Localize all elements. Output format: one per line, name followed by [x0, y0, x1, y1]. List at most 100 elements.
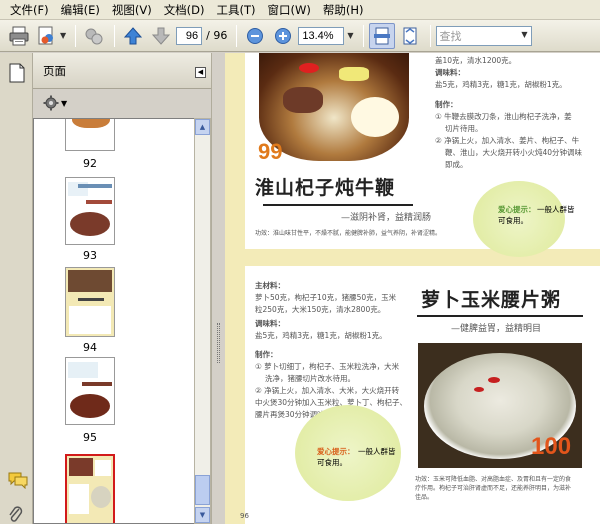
menu-view[interactable]: 视图(V) — [106, 1, 158, 19]
bottom-effect-line: 佳品。 — [415, 494, 434, 501]
panel-collapse-button[interactable]: ◀ — [195, 67, 206, 78]
toolbar-separator — [362, 24, 364, 47]
menu-help[interactable]: 帮助(H) — [317, 1, 370, 19]
menu-window[interactable]: 窗口(W) — [262, 1, 317, 19]
top-recipe-effect: 功效：淮山味甘性平，不燥不腻，能健脾补肺，益气养阴，补肾涩精。 — [255, 230, 442, 237]
menu-bar: 文件(F) 编辑(E) 视图(V) 文档(D) 工具(T) 窗口(W) 帮助(H… — [0, 0, 600, 20]
page-thumbnail-label: 92 — [83, 157, 97, 170]
print-button[interactable] — [6, 23, 32, 49]
top-step-line: ② 净锅上火，加入清水、姜片、枸杞子、牛 — [435, 136, 580, 145]
toolbar-separator — [236, 24, 238, 47]
scrollbar-thumb[interactable] — [195, 475, 210, 505]
top-recipe-title: 淮山杞子炖牛鞭 — [255, 177, 396, 199]
bottom-recipe-number: 100 — [531, 433, 572, 460]
scroll-down-arrow[interactable]: ▼ — [195, 507, 210, 523]
options-gear-icon[interactable] — [43, 95, 59, 111]
previous-page-button[interactable] — [120, 23, 146, 49]
top-recipe-subtitle: —滋阴补肾，益精润肠 — [341, 213, 432, 223]
navigation-strip — [0, 53, 33, 524]
top-recipe-ingredients-tail: 盖10克，清水1200克。 — [435, 56, 517, 65]
title-underline — [417, 315, 583, 317]
toolbar: ▼ / 96 — [0, 20, 600, 52]
bottom-recipe-subtitle: —健脾益胃，益精明目 — [451, 324, 542, 334]
fit-width-button[interactable] — [397, 23, 423, 49]
bottom-tip-line: 可食用。 — [317, 458, 347, 467]
bottom-effect-line: 功效：玉米可降低血脂、对高脂血症、及胃和且有一定的食 — [415, 476, 572, 483]
page-thumbnail-label: 93 — [83, 249, 97, 262]
zoom-in-icon — [275, 27, 292, 44]
find-input[interactable]: 查找 — [440, 28, 462, 44]
page-thumbnail-93[interactable] — [65, 177, 115, 245]
arrow-up-icon — [124, 26, 143, 44]
bottom-seasoning-text: 盐5克，鸡精3克，糖1克，胡椒粉1克。 — [255, 331, 387, 340]
top-recipe-number: 99 — [258, 139, 283, 164]
bottom-effect-line: 疗作用。枸杞子可治肝肾虚而不足，还能养肝明目，为滋补 — [415, 485, 572, 492]
page-thumbnail-95[interactable] — [65, 357, 115, 425]
fit-page-button[interactable] — [368, 22, 395, 49]
fit-width-icon — [403, 27, 417, 44]
current-page-input[interactable] — [176, 26, 203, 45]
bottom-recipe-title: 萝卜玉米腰片粥 — [421, 289, 562, 311]
zoom-level-input[interactable] — [298, 26, 345, 45]
bottom-ingredient-line: 萝卜50克，枸杞子10克，猪腰50克，玉米 — [255, 293, 397, 302]
find-box[interactable]: 查找 ▼ — [435, 25, 532, 46]
bottom-tip-line: 一般人群皆 — [358, 447, 396, 456]
attachment-icon[interactable] — [8, 505, 24, 524]
splitter-grip[interactable] — [217, 323, 220, 363]
thumbnails-scrollbar[interactable]: ▲ ▼ — [194, 118, 211, 524]
document-people-icon — [38, 26, 53, 44]
bottom-ingredient-line: 粒250克，大米150克，清水2800克。 — [255, 305, 386, 314]
menu-file[interactable]: 文件(F) — [4, 1, 55, 19]
toolbar-separator — [75, 24, 77, 47]
bottom-step-line: ② 净锅上火，加入清水、大米，大火烧开转 — [255, 386, 400, 395]
top-seasoning-text: 盐5克，鸡精3克，糖1克，胡椒粉1克。 — [435, 80, 567, 89]
pdf-reader-window: 文件(F) 编辑(E) 视图(V) 文档(D) 工具(T) 窗口(W) 帮助(H… — [0, 0, 600, 524]
bottom-step-line: ① 萝卜切细丁，枸杞子、玉米粒洗净，大米 — [255, 362, 400, 371]
fit-page-icon — [373, 27, 390, 44]
pages-icon[interactable] — [8, 63, 26, 83]
total-pages-label: / 96 — [206, 29, 228, 42]
options-dropdown-arrow[interactable]: ▼ — [61, 99, 67, 108]
top-step-line: 即成。 — [445, 160, 468, 169]
page-thumbnail-94[interactable] — [65, 267, 115, 337]
bottom-steps-label: 制作： — [255, 350, 278, 359]
bottom-seasoning-label: 调味料： — [255, 319, 285, 328]
menu-document[interactable]: 文档(D) — [158, 1, 211, 19]
toolbar-separator — [114, 24, 116, 47]
page-number: 96 — [240, 512, 249, 520]
top-tip-line: 可食用。 — [498, 216, 528, 225]
panel-splitter[interactable] — [211, 53, 225, 524]
zoom-out-icon — [247, 27, 264, 44]
collaborate-button[interactable] — [34, 23, 60, 49]
top-seasoning-label: 调味料： — [435, 68, 465, 77]
bottom-tip-label: 爱心提示： — [317, 447, 355, 456]
top-step-line: 鞭、淮山，大火烧开转小火炖40分钟调味 — [445, 148, 583, 157]
top-tip-line: 一般人群皆 — [537, 205, 575, 214]
page-thumbnails-list: 92 93 94 95 — [33, 118, 195, 524]
zoom-dropdown-arrow[interactable]: ▼ — [347, 31, 353, 40]
bottom-ingredients-label: 主材料： — [255, 281, 285, 290]
menu-tools[interactable]: 工具(T) — [211, 1, 262, 19]
menu-edit[interactable]: 编辑(E) — [55, 1, 106, 19]
scroll-up-arrow[interactable]: ▲ — [195, 119, 210, 135]
find-dropdown-arrow[interactable]: ▼ — [521, 30, 527, 39]
title-underline — [263, 204, 413, 206]
pages-panel-title: 页面 — [43, 63, 66, 78]
printer-icon — [9, 26, 29, 45]
pages-panel: 页面 ◀ ▼ 92 93 94 95 ▲ ▼ — [33, 53, 211, 524]
pages-panel-header: 页面 ◀ — [33, 53, 211, 89]
document-page-view: 99 淮山杞子炖牛鞭 —滋阴补肾，益精润肠 功效：淮山味甘性平，不燥不腻，能健脾… — [225, 53, 600, 524]
top-tip-label: 爱心提示： — [498, 205, 536, 214]
next-page-button[interactable] — [148, 23, 174, 49]
collaborate-dropdown-arrow[interactable]: ▼ — [60, 31, 66, 40]
comments-icon[interactable] — [8, 471, 28, 489]
arrow-down-icon — [152, 27, 171, 45]
top-step-line: 切片待用。 — [445, 124, 483, 133]
zoom-out-button[interactable] — [242, 23, 268, 49]
gear-cluster-icon — [85, 28, 103, 44]
share-button[interactable] — [81, 23, 107, 49]
zoom-in-button[interactable] — [270, 23, 296, 49]
page-thumbnail-label: 94 — [83, 341, 97, 354]
page-thumbnail-96[interactable] — [65, 454, 115, 523]
page-thumbnail-92[interactable] — [65, 119, 115, 151]
